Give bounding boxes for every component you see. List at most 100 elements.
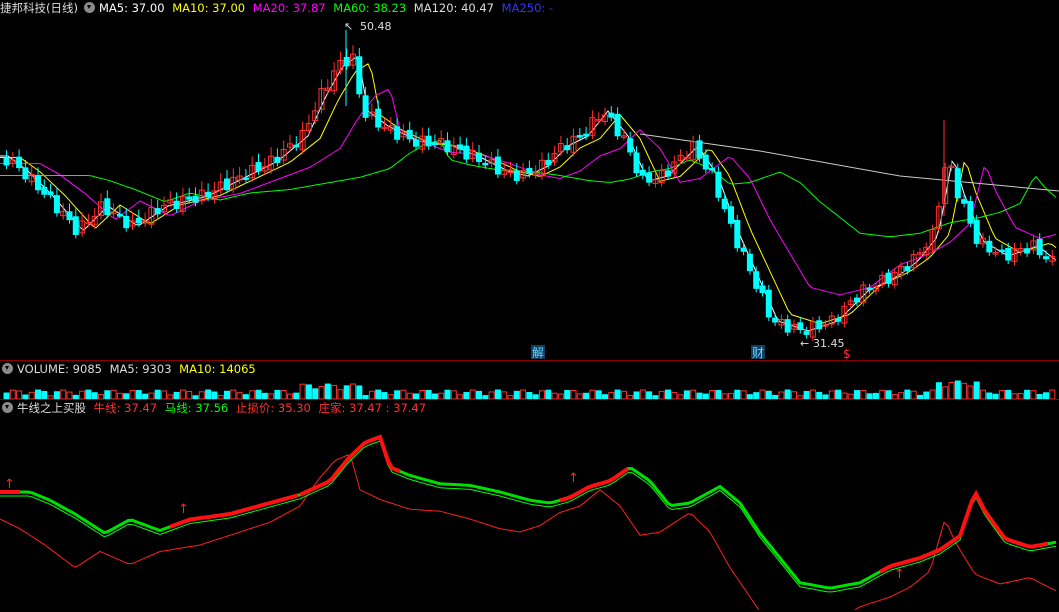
volume-bar [929,389,936,400]
candle-body [274,156,281,163]
volume-chart[interactable] [0,378,1059,400]
volume-bar [803,390,810,400]
candle-body [753,271,760,289]
candle-body [986,240,993,253]
candle-body [526,167,533,175]
candle-body [72,216,79,236]
candle-body [816,320,823,330]
candle-body [476,152,482,162]
ma250-label: MA250: - [501,1,554,15]
dropdown-icon[interactable] [2,402,13,413]
volume-bar [394,390,401,400]
stop-loss-label: 止损价: 35.30 [235,401,311,415]
volume-bar [444,389,451,400]
event-marker-finance[interactable]: 财 [752,346,764,360]
candle-body [665,170,671,177]
candle-body [375,108,382,128]
candle-body [866,287,873,291]
volume-bar [331,384,338,400]
volume-bar [41,390,48,400]
candle-body [721,198,728,209]
candle-body [47,191,54,195]
volume-bar [161,390,167,400]
volume-bar [299,383,306,400]
volume-bar [809,389,816,400]
volume-bar [66,391,73,400]
volume-bar [828,390,835,400]
volume-bar [1030,390,1037,400]
volume-bar [539,390,545,400]
event-marker-unlock[interactable]: 解 [532,346,544,360]
volume-bar [16,390,23,400]
volume-bar [614,389,621,400]
candle-body [967,200,974,224]
volume-ma10-label: MA10: 14065 [179,362,256,376]
volume-bar [198,391,205,400]
volume-ma5-label: MA5: 9303 [109,362,172,376]
volume-bar [665,389,671,400]
volume-bar [35,389,41,400]
volume-bar [778,391,785,400]
volume-bar [791,391,797,400]
candlestick-chart[interactable]: 50.48 ↖ ← 31.45 解 财 $ [0,16,1059,361]
volume-bar [469,389,476,400]
candle-body [759,285,766,294]
volume-bar [513,390,520,400]
ma20-label: MA20: 37.87 [252,1,326,15]
candle-body [702,154,709,170]
candle-body [362,95,369,118]
volume-bar [312,388,319,400]
volume-bar [343,385,350,400]
volume-bar [740,390,747,400]
candle-body [1005,248,1012,261]
candle-body [904,266,911,272]
candle-body [715,171,722,198]
candle-body [425,135,432,147]
niu-line-bull-segment [299,434,401,497]
candle-body [728,206,734,224]
volume-bar [520,389,527,400]
buy-arrow-icon: ↑ [178,502,189,517]
candle-body [242,177,249,181]
event-marker-dividend[interactable]: $ [843,347,851,361]
volume-bar [337,389,344,400]
volume-bar [274,389,281,400]
high-arrow-icon: ↖ [344,20,353,33]
low-arrow-icon: ← [800,337,809,350]
volume-bar [179,389,186,400]
zhuang-label: 庄家: 37.47 [318,401,382,415]
candle-body [343,56,350,67]
volume-bar [249,390,256,400]
volume-bar [53,391,60,400]
volume-bar [104,390,111,400]
candle-body [740,247,747,252]
dropdown-icon[interactable] [83,2,95,13]
ma5-line [0,56,1057,332]
volume-bar [923,391,930,400]
candle-body [973,219,980,244]
candle-body [746,253,753,272]
volume-bar [211,391,218,400]
indicator-chart[interactable]: ↑ ↑ ↑ ↑ [0,418,1059,610]
ma20-line [0,88,1057,296]
extra-value-label: : 37.47 [385,401,427,415]
volume-bar [154,389,161,400]
candle-body [772,317,779,323]
candle-body [1036,238,1043,256]
indicator-title: 牛线之上买股 [17,401,86,415]
volume-bar [784,389,791,400]
volume-bar [350,383,356,400]
volume-bar [1024,389,1031,400]
volume-bar [639,389,646,400]
volume-bar [961,382,968,400]
candle-body [646,172,653,183]
volume-bar [816,391,823,400]
candle-body [639,169,646,176]
volume-bar [255,389,262,400]
candle-body [255,162,262,172]
candle-body [293,144,300,148]
dropdown-icon[interactable] [2,363,13,374]
stock-title: 捷邦科技(日线) [0,1,78,15]
candle-body [22,167,29,180]
candle-body [1043,256,1049,260]
